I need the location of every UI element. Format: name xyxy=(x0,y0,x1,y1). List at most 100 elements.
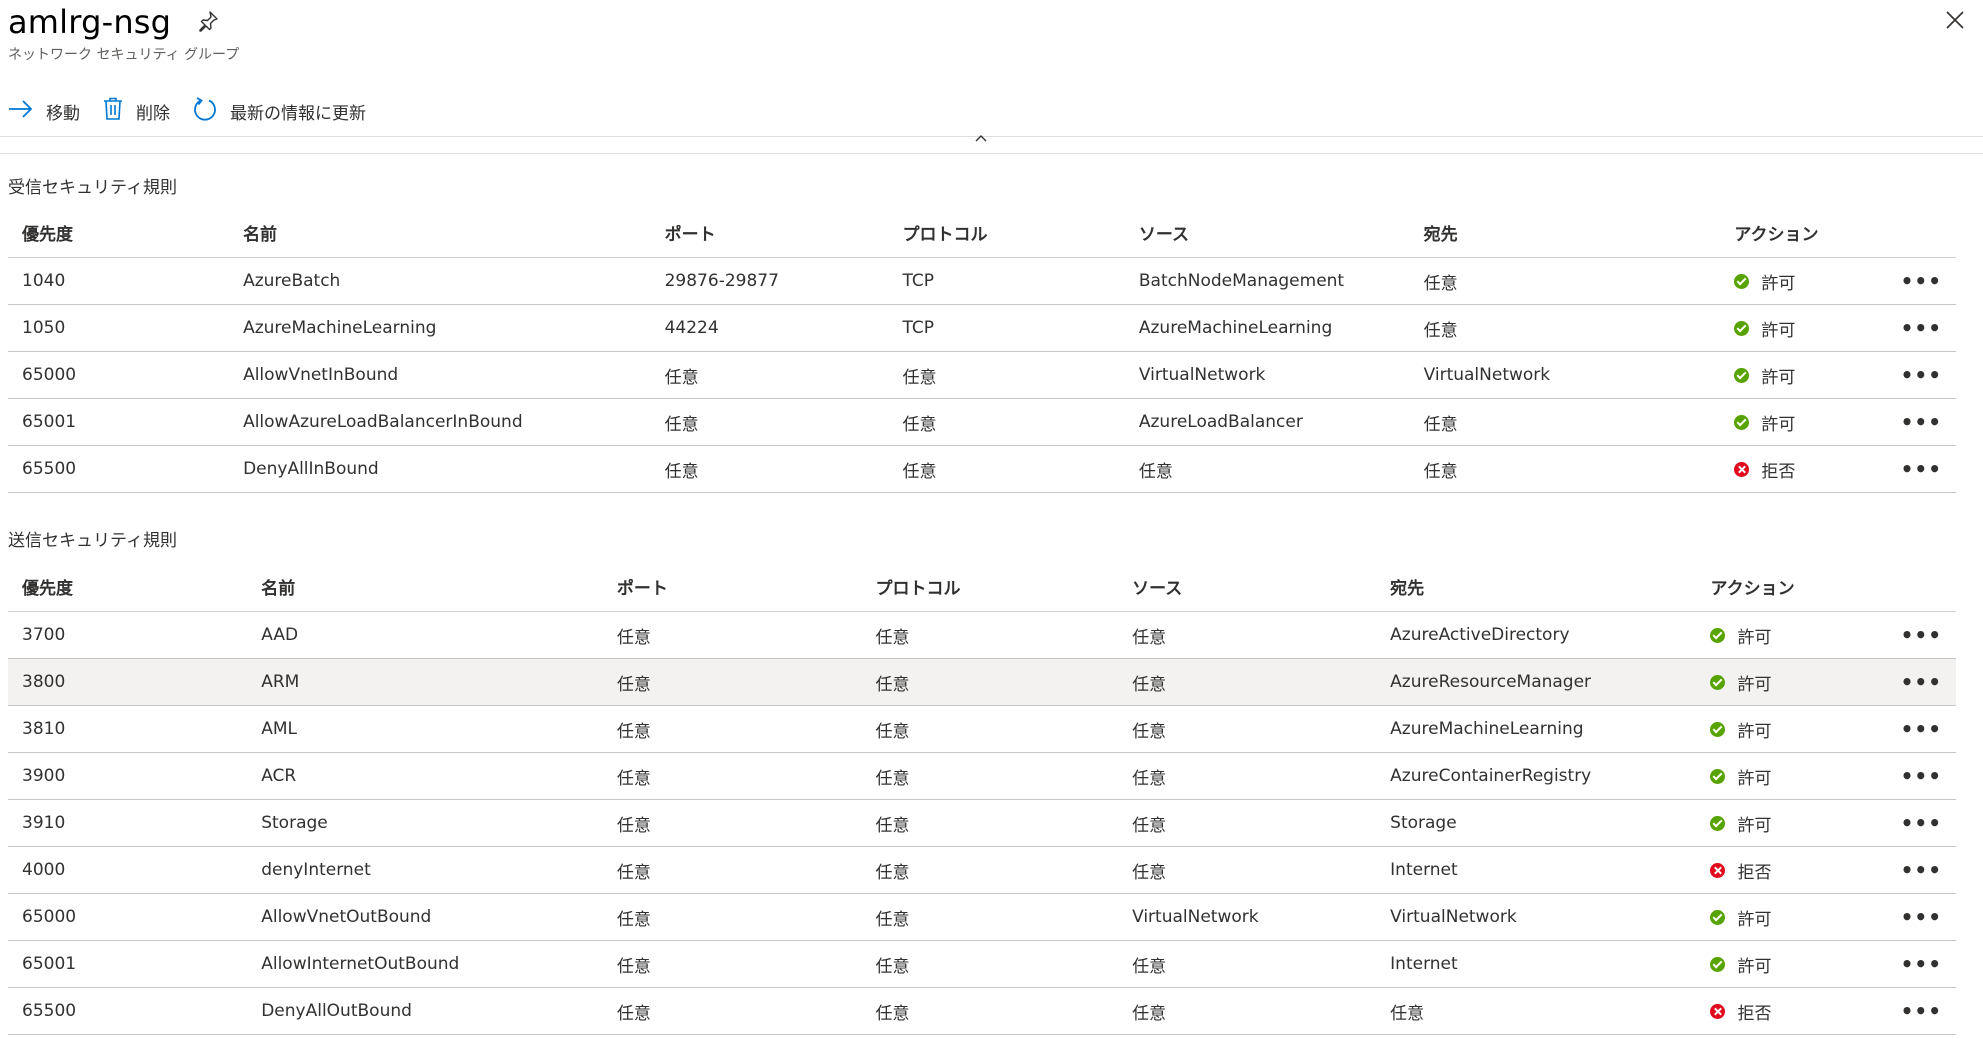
move-button[interactable]: 移動 xyxy=(8,99,80,124)
protocol-cell: 任意 xyxy=(861,893,1119,941)
destination-cell: Internet xyxy=(1376,846,1697,894)
column-header-source[interactable]: ソース xyxy=(1118,561,1377,612)
more-icon[interactable]: ••• xyxy=(1886,799,1956,847)
action-status: 拒否 xyxy=(1734,457,1886,482)
name-cell: AllowVnetInBound xyxy=(229,351,651,399)
more-icon[interactable]: ••• xyxy=(1886,398,1956,446)
source-cell: BatchNodeManagement xyxy=(1124,257,1410,305)
more-icon[interactable]: ••• xyxy=(1886,304,1956,352)
protocol-cell: 任意 xyxy=(888,445,1125,493)
column-header-protocol[interactable]: プロトコル xyxy=(888,207,1125,258)
refresh-button[interactable]: 最新の情報に更新 xyxy=(192,96,366,127)
more-icon[interactable]: ••• xyxy=(1886,987,1956,1035)
column-header-protocol[interactable]: プロトコル xyxy=(861,561,1119,612)
table-row[interactable]: 3800 ARM 任意 任意 任意 AzureResourceManager 許可 ••• xyxy=(8,658,1956,706)
column-header-port[interactable]: ポート xyxy=(602,561,862,612)
port-cell: 任意 xyxy=(650,445,889,493)
more-icon[interactable]: ••• xyxy=(1886,611,1956,659)
destination-cell: 任意 xyxy=(1409,398,1721,446)
table-row[interactable]: 65000 AllowVnetOutBound 任意 任意 VirtualNetwork… xyxy=(8,893,1956,941)
outbound-section-title: 送信セキュリティ規則 xyxy=(8,531,177,551)
table-header-row: 優先度 名前 ポート プロトコル ソース 宛先 アクション xyxy=(8,207,1956,258)
column-header-action[interactable]: アクション xyxy=(1696,561,1887,612)
check-circle-icon xyxy=(1710,909,1726,925)
column-header-destination[interactable]: 宛先 xyxy=(1376,561,1697,612)
port-cell: 任意 xyxy=(650,351,889,399)
more-icon[interactable]: ••• xyxy=(1886,940,1956,988)
action-status: 拒否 xyxy=(1710,999,1886,1024)
priority-cell: 65500 xyxy=(8,987,248,1035)
action-cell: 許可 xyxy=(1696,611,1887,659)
name-cell: denyInternet xyxy=(247,846,603,894)
more-icon[interactable]: ••• xyxy=(1886,893,1956,941)
destination-cell: AzureResourceManager xyxy=(1376,658,1697,706)
source-cell: 任意 xyxy=(1118,799,1377,847)
check-circle-icon xyxy=(1710,956,1726,972)
column-header-source[interactable]: ソース xyxy=(1124,207,1410,258)
more-icon[interactable]: ••• xyxy=(1886,705,1956,753)
destination-cell: AzureContainerRegistry xyxy=(1376,752,1697,800)
table-row[interactable]: 65500 DenyAllOutBound 任意 任意 任意 任意 拒否 ••• xyxy=(8,987,1956,1035)
priority-cell: 65001 xyxy=(8,940,248,988)
table-row[interactable]: 3900 ACR 任意 任意 任意 AzureContainerRegistry 許可 ••• xyxy=(8,752,1956,800)
priority-cell: 3800 xyxy=(8,658,248,706)
more-icon[interactable]: ••• xyxy=(1886,846,1956,894)
action-cell: 許可 xyxy=(1696,658,1887,706)
move-button-label: 移動 xyxy=(46,104,80,124)
table-row[interactable]: 65001 AllowInternetOutBound 任意 任意 任意 Internet… xyxy=(8,940,1956,988)
destination-cell: 任意 xyxy=(1409,445,1721,493)
action-cell: 拒否 xyxy=(1696,846,1887,894)
table-row[interactable]: 65500 DenyAllInBound 任意 任意 任意 任意 拒否 ••• xyxy=(8,445,1956,493)
column-header-name[interactable]: 名前 xyxy=(229,207,651,258)
table-row[interactable]: 1040 AzureBatch 29876-29877 TCP BatchNodeMan… xyxy=(8,257,1956,305)
more-icon[interactable]: ••• xyxy=(1886,752,1956,800)
error-circle-icon xyxy=(1710,1003,1726,1019)
destination-cell: AzureActiveDirectory xyxy=(1376,611,1697,659)
action-label: 許可 xyxy=(1737,674,1772,695)
column-header-priority[interactable]: 優先度 xyxy=(8,207,230,258)
column-header-name[interactable]: 名前 xyxy=(247,561,603,612)
action-cell: 許可 xyxy=(1696,893,1887,941)
action-status: 許可 xyxy=(1734,363,1886,388)
table-row[interactable]: 4000 denyInternet 任意 任意 任意 Internet 拒否 ••• xyxy=(8,846,1956,894)
more-icon[interactable]: ••• xyxy=(1886,658,1956,706)
destination-cell: 任意 xyxy=(1409,257,1721,305)
priority-cell: 3700 xyxy=(8,611,248,659)
priority-cell: 4000 xyxy=(8,846,248,894)
table-row[interactable]: 3700 AAD 任意 任意 任意 AzureActiveDirectory 許可 ••• xyxy=(8,611,1956,659)
column-header-action[interactable]: アクション xyxy=(1720,207,1887,258)
destination-cell: VirtualNetwork xyxy=(1376,893,1697,941)
column-header-destination[interactable]: 宛先 xyxy=(1409,207,1721,258)
table-row[interactable]: 3810 AML 任意 任意 任意 AzureMachineLearning 許可 ••• xyxy=(8,705,1956,753)
delete-button[interactable]: 削除 xyxy=(102,97,170,126)
table-row[interactable]: 65001 AllowAzureLoadBalancerInBound 任意 任意 Az… xyxy=(8,398,1956,446)
pin-icon[interactable] xyxy=(197,10,219,36)
table-row[interactable]: 3910 Storage 任意 任意 任意 Storage 許可 ••• xyxy=(8,799,1956,847)
destination-cell: VirtualNetwork xyxy=(1409,351,1721,399)
action-label: 許可 xyxy=(1737,909,1772,930)
column-header-more xyxy=(1886,207,1956,258)
source-cell: 任意 xyxy=(1118,987,1377,1035)
column-header-priority[interactable]: 優先度 xyxy=(8,561,248,612)
check-circle-icon xyxy=(1710,674,1726,690)
priority-cell: 65000 xyxy=(8,351,230,399)
more-icon[interactable]: ••• xyxy=(1886,257,1956,305)
table-row[interactable]: 65000 AllowVnetInBound 任意 任意 VirtualNetwork V… xyxy=(8,351,1956,399)
name-cell: Storage xyxy=(247,799,603,847)
protocol-cell: 任意 xyxy=(861,752,1119,800)
source-cell: 任意 xyxy=(1118,752,1377,800)
action-cell: 拒否 xyxy=(1696,987,1887,1035)
check-circle-icon xyxy=(1734,273,1750,289)
name-cell: AllowAzureLoadBalancerInBound xyxy=(229,398,651,446)
action-cell: 許可 xyxy=(1696,799,1887,847)
more-icon[interactable]: ••• xyxy=(1886,351,1956,399)
inbound-rules-table: 優先度 名前 ポート プロトコル ソース 宛先 アクション 1040 AzureB… xyxy=(8,207,1956,493)
inbound-section-title: 受信セキュリティ規則 xyxy=(8,178,177,198)
action-cell: 拒否 xyxy=(1720,445,1887,493)
column-header-port[interactable]: ポート xyxy=(650,207,889,258)
close-icon[interactable] xyxy=(1945,10,1965,34)
more-icon[interactable]: ••• xyxy=(1886,445,1956,493)
chevron-up-icon[interactable] xyxy=(975,128,987,147)
table-row[interactable]: 1050 AzureMachineLearning 44224 TCP AzureMac… xyxy=(8,304,1956,352)
action-cell: 許可 xyxy=(1720,398,1887,446)
